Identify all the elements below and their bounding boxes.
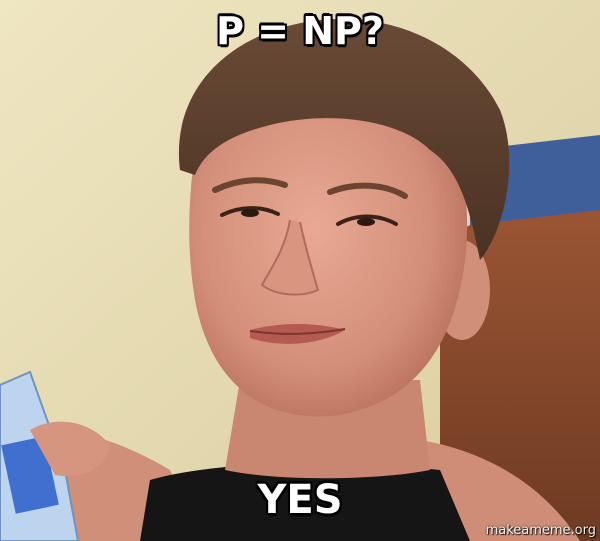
right-pupil [357, 218, 375, 226]
meme-canvas: P = NP? YES makeameme.org [0, 0, 600, 541]
meme-photo [0, 0, 600, 541]
meme-top-caption: P = NP? [216, 9, 384, 53]
left-pupil [241, 209, 259, 217]
watermark: makeameme.org [485, 523, 596, 538]
meme-bottom-caption: YES [257, 477, 343, 523]
